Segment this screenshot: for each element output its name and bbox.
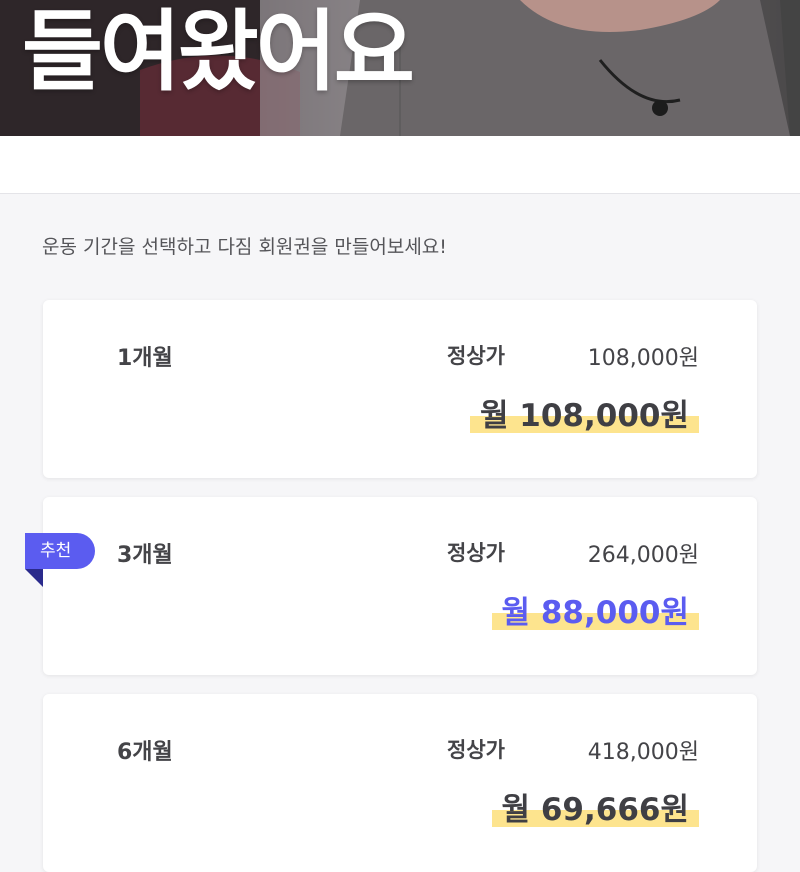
plan-card-3-months[interactable]: 3개월 정상가 264,000원 월 88,000원 [43,497,757,675]
monthly-price: 월 69,666원 [491,784,699,829]
regular-price-label: 정상가 [447,344,505,368]
regular-price: 264,000원 [587,543,699,568]
regular-price-label: 정상가 [447,738,505,762]
plan-card-6-months[interactable]: 6개월 정상가 418,000원 월 69,666원 [43,694,757,872]
plan-duration: 1개월 [117,346,173,371]
monthly-price: 월 108,000원 [469,390,699,435]
header-spacer [0,136,800,194]
recommend-badge-fold [25,569,43,587]
monthly-price: 월 88,000원 [491,587,699,632]
regular-price-label: 정상가 [447,541,505,565]
instruction-text: 운동 기간을 선택하고 다짐 회원권을 만들어보세요! [42,236,447,258]
plan-card-1-month[interactable]: 1개월 정상가 108,000원 월 108,000원 [43,300,757,478]
plan-duration: 3개월 [117,543,173,568]
hero-banner: 들여왔어요 [0,0,800,136]
recommend-badge: 추천 [25,533,95,569]
plan-duration: 6개월 [117,740,173,765]
hero-title: 들여왔어요 [22,0,415,103]
regular-price: 108,000원 [587,346,699,371]
regular-price: 418,000원 [587,740,699,765]
